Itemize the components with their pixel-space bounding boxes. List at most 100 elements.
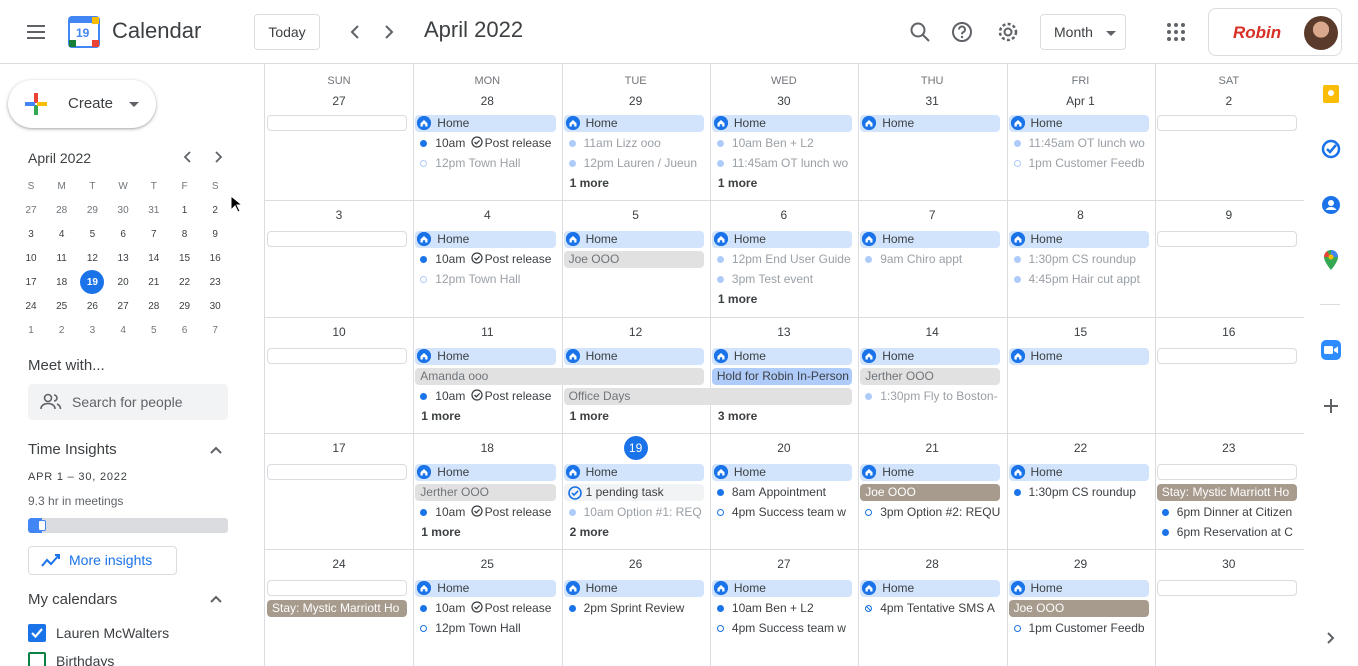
day-number[interactable]: 9: [1155, 208, 1303, 222]
help-icon[interactable]: [942, 12, 982, 52]
day-number[interactable]: 10: [265, 325, 413, 339]
working-location-home[interactable]: Home: [1008, 580, 1149, 597]
working-location-home[interactable]: Home: [415, 115, 556, 132]
mini-day-0-2[interactable]: 29: [80, 198, 104, 222]
timed-event[interactable]: 4pm Tentative SMS A: [860, 600, 1000, 617]
day-number[interactable]: 29: [1007, 557, 1155, 571]
mini-day-1-6[interactable]: 9: [203, 222, 227, 246]
day-number[interactable]: 21: [858, 441, 1006, 455]
contacts-icon[interactable]: [1311, 185, 1351, 225]
timed-event[interactable]: 1:30pm CS roundup: [1009, 484, 1149, 501]
mini-day-2-0[interactable]: 10: [19, 246, 43, 270]
day-number[interactable]: 31: [858, 94, 1006, 108]
working-location-home[interactable]: Home: [415, 580, 556, 597]
day-number[interactable]: 18: [413, 441, 561, 455]
timed-event[interactable]: 9am Chiro appt: [860, 251, 1000, 268]
day-number[interactable]: 23: [1155, 441, 1303, 455]
timed-event[interactable]: 3pm Option #2: REQU: [860, 504, 1000, 521]
all-day-event[interactable]: Jerther OOO: [860, 368, 1001, 385]
search-people-input[interactable]: Search for people: [28, 384, 228, 420]
working-location-home[interactable]: Home: [415, 348, 556, 365]
working-location-home[interactable]: Home: [1008, 231, 1149, 248]
mini-day-1-2[interactable]: 5: [80, 222, 104, 246]
working-location-home[interactable]: Home: [415, 231, 556, 248]
mini-day-4-4[interactable]: 28: [142, 294, 166, 318]
mini-day-0-5[interactable]: 1: [173, 198, 197, 222]
timed-event[interactable]: 11:45am OT lunch wo: [712, 155, 852, 172]
all-day-event[interactable]: Joe OOO: [563, 251, 704, 268]
timed-event[interactable]: 12pm Town Hall: [415, 620, 555, 637]
checkbox-unchecked-icon[interactable]: [28, 652, 46, 666]
working-location-empty[interactable]: [267, 348, 408, 364]
mini-day-3-6[interactable]: 23: [203, 270, 227, 294]
mini-day-3-5[interactable]: 22: [173, 270, 197, 294]
more-events-link[interactable]: 1 more: [712, 175, 852, 192]
day-number[interactable]: 5: [562, 208, 710, 222]
working-location-empty[interactable]: [1156, 115, 1298, 131]
mini-next-month-icon[interactable]: [204, 143, 232, 171]
day-number[interactable]: 4: [413, 208, 561, 222]
working-location-home[interactable]: Home: [1008, 115, 1149, 132]
timed-event[interactable]: 1:30pm Fly to Boston-: [860, 388, 1000, 405]
mini-day-3-4[interactable]: 21: [142, 270, 166, 294]
working-location-empty[interactable]: [1156, 464, 1298, 480]
mini-day-4-2[interactable]: 26: [80, 294, 104, 318]
working-location-home[interactable]: Home: [1008, 464, 1149, 481]
working-location-home[interactable]: Home: [711, 348, 853, 365]
day-number[interactable]: 25: [413, 557, 561, 571]
working-location-home[interactable]: Home: [860, 464, 1001, 481]
timed-event[interactable]: 6pm Dinner at Citizen: [1157, 504, 1297, 521]
more-insights-button[interactable]: More insights: [28, 546, 177, 575]
working-location-home[interactable]: Home: [563, 231, 704, 248]
mini-prev-month-icon[interactable]: [174, 143, 202, 171]
pending-tasks-chip[interactable]: 1 pending task: [563, 484, 704, 501]
more-events-link[interactable]: 1 more: [564, 408, 704, 425]
mini-day-5-3[interactable]: 4: [111, 318, 135, 342]
mini-day-4-1[interactable]: 25: [50, 294, 74, 318]
day-number[interactable]: 28: [858, 557, 1006, 571]
mini-day-1-4[interactable]: 7: [142, 222, 166, 246]
today-day-number[interactable]: 19: [623, 436, 648, 460]
timed-event[interactable]: 3pm Test event: [712, 271, 852, 288]
working-location-home[interactable]: Home: [860, 115, 1001, 132]
calendar-item-birthdays[interactable]: Birthdays: [28, 652, 228, 666]
search-icon[interactable]: [900, 12, 940, 52]
calendar-item-lauren[interactable]: Lauren McWalters: [28, 624, 228, 644]
day-number[interactable]: 14: [858, 325, 1006, 339]
day-number[interactable]: 15: [1007, 325, 1155, 339]
day-number[interactable]: 27: [265, 94, 413, 108]
mini-day-2-1[interactable]: 11: [50, 246, 74, 270]
mini-day-0-4[interactable]: 31: [142, 198, 166, 222]
day-number[interactable]: 8: [1007, 208, 1155, 222]
mini-day-3-3[interactable]: 20: [111, 270, 135, 294]
day-number[interactable]: 11: [413, 325, 561, 339]
timed-event[interactable]: 11:45am OT lunch wo: [1009, 135, 1149, 152]
mini-day-5-4[interactable]: 5: [142, 318, 166, 342]
more-events-link[interactable]: 3 more: [712, 408, 852, 425]
mini-day-4-5[interactable]: 29: [173, 294, 197, 318]
day-number[interactable]: 30: [710, 94, 858, 108]
collapse-time-insights-icon[interactable]: [202, 436, 230, 464]
view-switcher-dropdown[interactable]: Month: [1040, 14, 1126, 50]
working-location-home[interactable]: Home: [563, 464, 704, 481]
settings-gear-icon[interactable]: [988, 12, 1028, 52]
all-day-event[interactable]: Hold for Robin In-Person: [711, 368, 853, 385]
timed-event[interactable]: 1:30pm CS roundup: [1009, 251, 1149, 268]
more-events-link[interactable]: 1 more: [564, 175, 704, 192]
timed-event[interactable]: 10am Post release: [415, 600, 555, 617]
day-number[interactable]: 7: [858, 208, 1006, 222]
google-apps-icon[interactable]: [1156, 12, 1196, 52]
day-number[interactable]: 27: [710, 557, 858, 571]
timed-event[interactable]: 1pm Customer Feedb: [1009, 620, 1149, 637]
mini-day-1-1[interactable]: 4: [50, 222, 74, 246]
all-day-event[interactable]: Jerther OOO: [415, 484, 556, 501]
account-switcher[interactable]: Robin: [1208, 8, 1342, 56]
working-location-home[interactable]: Home: [563, 115, 704, 132]
mini-day-2-4[interactable]: 14: [142, 246, 166, 270]
mini-day-0-0[interactable]: 27: [19, 198, 43, 222]
mini-day-4-6[interactable]: 30: [203, 294, 227, 318]
day-number[interactable]: 12: [562, 325, 710, 339]
working-location-empty[interactable]: [267, 580, 408, 596]
working-location-empty[interactable]: [267, 115, 408, 131]
mini-day-0-1[interactable]: 28: [50, 198, 74, 222]
